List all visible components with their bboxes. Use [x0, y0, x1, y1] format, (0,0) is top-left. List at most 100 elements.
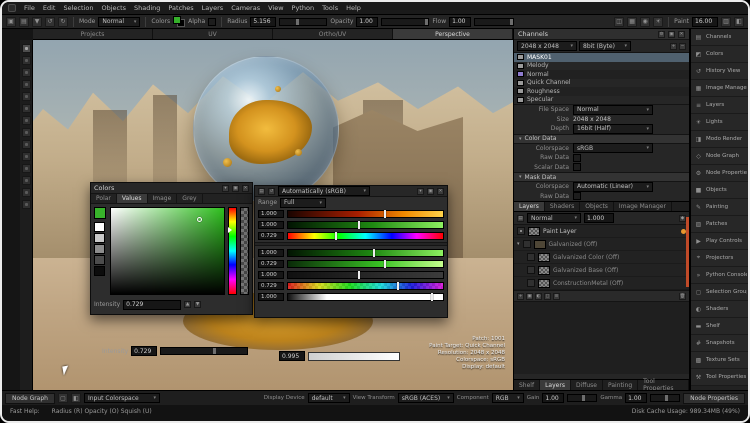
alpha-channel-slider[interactable]: [287, 282, 444, 290]
hue-slider[interactable]: [287, 232, 444, 240]
stepper-down-icon[interactable]: ▼: [194, 301, 201, 308]
float-icon[interactable]: ▣: [668, 31, 675, 38]
flow-slider[interactable]: [474, 18, 514, 26]
foreground-background-swatch[interactable]: [173, 16, 185, 27]
pin-icon[interactable]: ▾: [222, 185, 229, 192]
scalar-data-checkbox[interactable]: [573, 163, 581, 171]
menu-shading[interactable]: Shading: [134, 4, 160, 12]
close-icon[interactable]: ✕: [437, 188, 444, 195]
tab-uv[interactable]: UV: [153, 29, 273, 39]
node-properties-tab[interactable]: Node Properties: [683, 393, 745, 404]
palette-tab-node-graph[interactable]: ◇Node Graph: [691, 148, 750, 165]
view-transform-dropdown[interactable]: sRGB (ACES)▾: [398, 393, 454, 403]
select-tool-icon[interactable]: [22, 44, 31, 53]
tab-image-manager[interactable]: Image Manager: [614, 202, 672, 211]
swatch-dark-gray[interactable]: [94, 255, 105, 265]
scrollbar[interactable]: [686, 217, 689, 287]
palette-tab-objects[interactable]: ■Objects: [691, 182, 750, 199]
paint-mode-dropdown[interactable]: Normal▾: [98, 17, 140, 27]
component-dropdown[interactable]: RGB▾: [492, 393, 524, 403]
gain-field[interactable]: 1.00: [542, 393, 564, 403]
redo-icon[interactable]: ↻: [58, 17, 68, 27]
fit-view-icon[interactable]: ▢: [58, 393, 68, 403]
picker-intensity-field[interactable]: 0.729: [123, 300, 181, 310]
screenshot-icon[interactable]: ◧: [734, 17, 744, 27]
frame-icon[interactable]: ◧: [71, 393, 81, 403]
tab-projects[interactable]: Projects: [33, 29, 153, 39]
channel-depth-dropdown[interactable]: 8bit (Byte)▾: [579, 41, 631, 51]
saturation-slider[interactable]: [287, 249, 444, 257]
saturation-field[interactable]: 1.000: [258, 249, 284, 257]
raw-data-checkbox[interactable]: [573, 154, 581, 162]
visibility-eye-icon[interactable]: [523, 240, 531, 248]
undo-icon[interactable]: ↺: [45, 17, 55, 27]
channel-row[interactable]: Normal: [514, 70, 689, 79]
gain-slider[interactable]: [567, 394, 597, 402]
tab-shelf[interactable]: Shelf: [514, 380, 540, 390]
erase-tool-icon[interactable]: [22, 92, 31, 101]
tab-values[interactable]: Values: [117, 194, 148, 203]
stepper-up-icon[interactable]: ▲: [184, 301, 191, 308]
vector-tool-icon[interactable]: [22, 176, 31, 185]
colors-panel-titlebar[interactable]: Colors ▾ ▣ ✕: [91, 183, 252, 194]
palette-tab-texture-sets[interactable]: ▩Texture Sets: [691, 352, 750, 369]
palette-tab-layers[interactable]: ≡Layers: [691, 97, 750, 114]
smear-tool-icon[interactable]: [22, 128, 31, 137]
tab-layers[interactable]: Layers: [514, 202, 545, 211]
close-icon[interactable]: ✕: [242, 185, 249, 192]
expand-caret-icon[interactable]: ▾: [517, 241, 520, 247]
paint-tool-icon[interactable]: [22, 80, 31, 89]
delete-layer-icon[interactable]: 🗑: [679, 293, 686, 300]
add-group-icon[interactable]: ▣: [526, 293, 533, 300]
swatch-gray[interactable]: [94, 244, 105, 254]
fill-tool-icon[interactable]: [22, 152, 31, 161]
swatch-light-gray[interactable]: [94, 233, 105, 243]
palette-tab-history-view[interactable]: ↺History View: [691, 63, 750, 80]
viewport-canvas[interactable]: Patch: 1001 Paint Target: Quick Channel …: [33, 40, 513, 390]
palette-tab-painting[interactable]: ✎Painting: [691, 199, 750, 216]
palette-tab-python-console[interactable]: »Python Console: [691, 267, 750, 284]
palette-tab-node-properties[interactable]: ⚙Node Properties: [691, 165, 750, 182]
opacity-slider[interactable]: [381, 18, 429, 26]
hud-toggle-icon[interactable]: ▥: [721, 17, 731, 27]
palette-tab-lights[interactable]: ☀Lights: [691, 114, 750, 131]
white-field[interactable]: 1.000: [258, 293, 284, 301]
symmetry-icon[interactable]: ◫: [614, 17, 624, 27]
eyedropper-tool-icon[interactable]: [22, 164, 31, 173]
remove-channel-icon[interactable]: −: [679, 43, 686, 50]
menu-layers[interactable]: Layers: [202, 4, 224, 12]
channels-panel-titlebar[interactable]: Channels ⚙ ▣ ✕: [514, 29, 689, 40]
value-field[interactable]: 0.995: [279, 351, 305, 361]
gamma-field[interactable]: 1.00: [625, 393, 647, 403]
menu-view[interactable]: View: [268, 4, 283, 12]
value-slider[interactable]: [308, 352, 400, 361]
visibility-eye-icon[interactable]: [527, 253, 535, 261]
channel-row[interactable]: Quick Channel: [514, 79, 689, 88]
menu-edit[interactable]: Edit: [43, 4, 56, 12]
add-layer-icon[interactable]: +: [517, 293, 524, 300]
swatch-white[interactable]: [94, 222, 105, 232]
menu-selection[interactable]: Selection: [63, 4, 93, 12]
blend-mode-dropdown[interactable]: Normal▾: [527, 213, 581, 223]
visibility-eye-icon[interactable]: [517, 227, 525, 235]
palette-tab-projectors[interactable]: ⌖Projectors: [691, 250, 750, 267]
colorspace-dropdown[interactable]: Automatically (sRGB)▾: [278, 186, 370, 196]
value-channel-slider[interactable]: [287, 260, 444, 268]
tab-polar[interactable]: Polar: [91, 194, 117, 203]
palette-tab-colors[interactable]: ◩Colors: [691, 46, 750, 63]
clone-tool-icon[interactable]: [22, 104, 31, 113]
visibility-eye-icon[interactable]: [527, 279, 535, 287]
hue-bar[interactable]: [228, 207, 237, 295]
tab-layers-bottom[interactable]: Layers: [540, 380, 571, 390]
depth-dropdown[interactable]: 16bit (Half)▾: [573, 124, 653, 134]
swatch-black[interactable]: [94, 266, 105, 276]
mask-icon[interactable]: ◻: [544, 293, 551, 300]
color-data-section[interactable]: ▾Color Data: [514, 134, 689, 144]
tab-diffuse[interactable]: Diffuse: [571, 380, 603, 390]
palette-icon[interactable]: ▤: [258, 188, 265, 195]
palette-tab-selection-groups[interactable]: ◻Selection Groups: [691, 284, 750, 301]
visibility-eye-icon[interactable]: [527, 266, 535, 274]
intensity-slider[interactable]: [160, 347, 248, 355]
hue-field[interactable]: 0.729: [258, 232, 284, 240]
layer-row[interactable]: ConstructionMetal (Off): [514, 277, 689, 290]
